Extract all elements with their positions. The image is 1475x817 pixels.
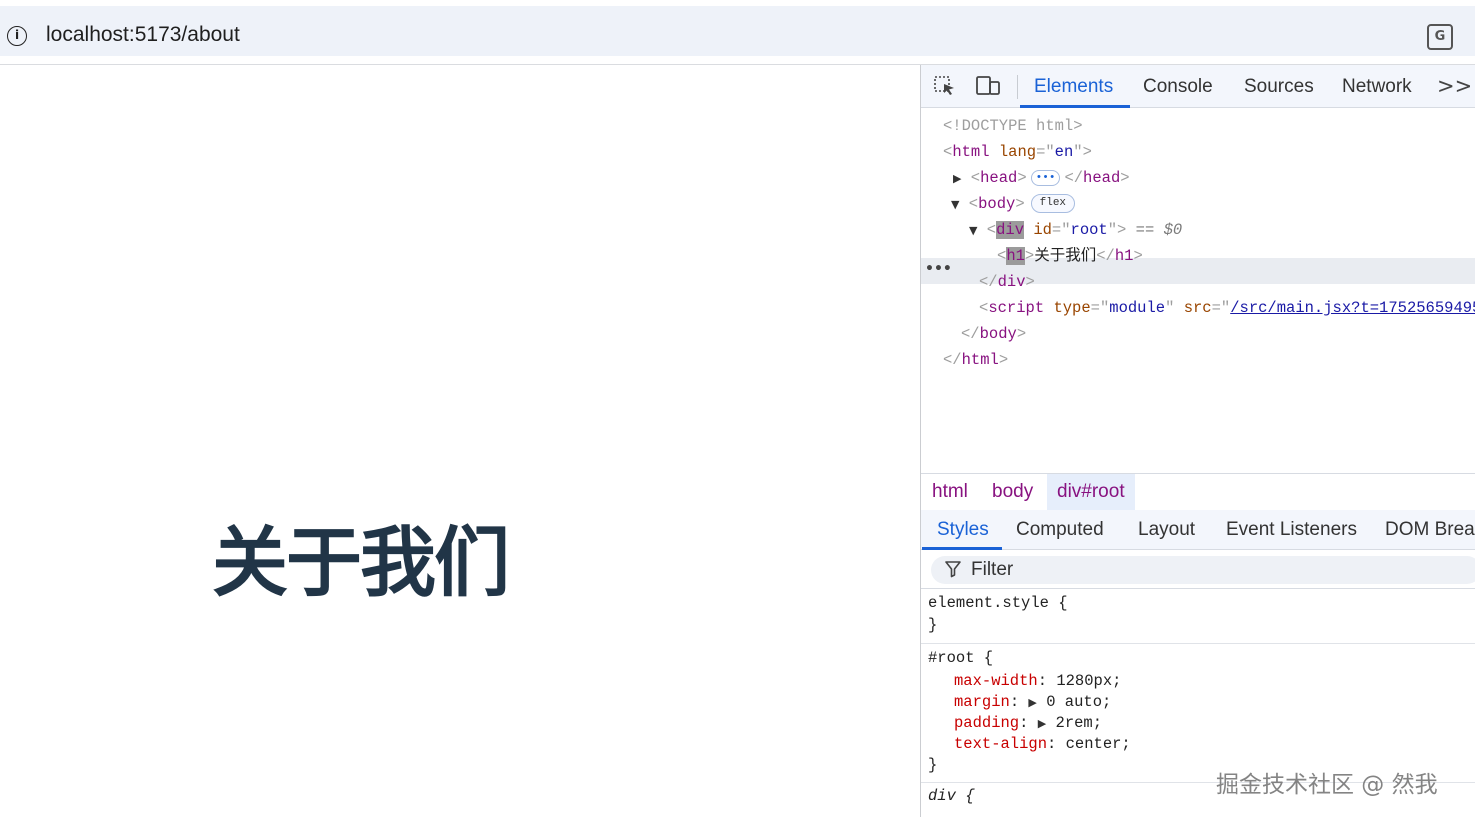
crumb-html[interactable]: html: [922, 474, 978, 510]
script-node[interactable]: <script type="module" src="/src/main.jsx…: [979, 295, 1475, 321]
subtab-styles[interactable]: Styles: [937, 519, 989, 541]
div-attr-name: id: [1033, 221, 1052, 239]
html-node[interactable]: <html lang="en">: [943, 139, 1092, 165]
style-prop-max-width[interactable]: max-width: 1280px;: [954, 671, 1121, 692]
filter-input[interactable]: Filter: [931, 556, 1475, 584]
div-root-node[interactable]: ▼ <div id="root"> == $0: [969, 217, 1182, 243]
body-close-tag: body: [979, 325, 1017, 343]
prop-name: margin: [954, 693, 1010, 711]
script-type-value: module: [1109, 299, 1166, 317]
info-icon[interactable]: i: [7, 26, 27, 46]
page-viewport: 关于我们: [0, 65, 920, 817]
tab-elements[interactable]: Elements: [1034, 76, 1113, 98]
page-heading: 关于我们: [212, 518, 510, 607]
html-attr-name: lang: [998, 143, 1037, 161]
element-style-close: }: [928, 616, 938, 634]
head-close-tag: head: [1083, 169, 1121, 187]
doctype-node[interactable]: <!DOCTYPE html>: [943, 113, 1083, 139]
h1-text: 关于我们: [1034, 247, 1097, 265]
style-prop-text-align[interactable]: text-align: center;: [954, 734, 1131, 755]
dom-tree: ••• <!DOCTYPE html> <html lang="en"> ▶ <…: [921, 109, 1475, 473]
devtools-panel: Elements Console Sources Network >> ••• …: [920, 65, 1475, 817]
div-close-node[interactable]: </div>: [979, 269, 1035, 295]
root-close: }: [928, 756, 938, 774]
prop-value[interactable]: 0 auto;: [1046, 693, 1111, 711]
html-attr-value: en: [1054, 143, 1074, 161]
address-bar: i localhost:5173/about G: [0, 0, 1475, 62]
active-tab-indicator: [1020, 105, 1130, 108]
subtab-computed[interactable]: Computed: [1016, 519, 1104, 541]
body-close-node[interactable]: </body>: [961, 321, 1026, 347]
collapse-triangle-icon[interactable]: ▼: [969, 224, 977, 237]
toolbar-separator: [1017, 75, 1018, 99]
subtab-dom-breakpoints[interactable]: DOM Brea: [1385, 519, 1475, 541]
tab-sources[interactable]: Sources: [1244, 76, 1314, 98]
expand-triangle-icon[interactable]: ▶: [1038, 717, 1046, 730]
div-close-tag: div: [997, 273, 1026, 291]
script-tag: script: [988, 299, 1045, 317]
prop-name: text-align: [954, 735, 1048, 753]
div-tag: div: [996, 221, 1024, 239]
rule-divider: [921, 643, 1475, 644]
crumb-body[interactable]: body: [982, 474, 1043, 510]
div-selector[interactable]: div {: [928, 786, 975, 807]
active-subtab-indicator: [922, 547, 1002, 550]
h1-close-tag: h1: [1114, 247, 1134, 265]
more-tabs-icon[interactable]: >>: [1437, 74, 1472, 98]
prop-name: padding: [954, 714, 1020, 732]
expand-triangle-icon[interactable]: ▶: [953, 172, 961, 185]
filter-row: Filter: [921, 551, 1475, 589]
doctype-text: <!DOCTYPE html>: [943, 117, 1083, 135]
expand-triangle-icon[interactable]: ▶: [1028, 696, 1036, 709]
tab-console[interactable]: Console: [1143, 76, 1213, 98]
filter-placeholder: Filter: [971, 559, 1014, 580]
tab-network[interactable]: Network: [1342, 76, 1412, 98]
body-tag: body: [978, 195, 1016, 213]
prop-value[interactable]: 2rem;: [1056, 714, 1103, 732]
translate-icon[interactable]: G: [1427, 24, 1453, 50]
style-prop-margin[interactable]: margin: ▶ 0 auto;: [954, 692, 1111, 713]
root-selector[interactable]: #root {: [928, 648, 993, 669]
styles-subtabs: Styles Computed Layout Event Listeners D…: [921, 510, 1475, 550]
script-src-link[interactable]: /src/main.jsx?t=175256594951: [1230, 299, 1475, 317]
prop-name: max-width: [954, 672, 1038, 690]
html-close-node[interactable]: </html>: [943, 347, 1008, 373]
body-node[interactable]: ▼ <body> flex: [951, 191, 1076, 217]
filter-funnel-icon: [945, 560, 961, 583]
node-menu-icon[interactable]: •••: [925, 261, 952, 277]
h1-node[interactable]: <h1>关于我们</h1>: [997, 243, 1143, 269]
device-toolbar-icon[interactable]: [975, 75, 1000, 97]
omnibox[interactable]: i localhost:5173/about G: [0, 6, 1475, 56]
h1-tag: h1: [1006, 247, 1025, 265]
url-text[interactable]: localhost:5173/about: [46, 23, 240, 47]
script-type-attr: type: [1053, 299, 1091, 317]
inspect-element-icon[interactable]: [933, 75, 957, 97]
html-close-tag: html: [961, 351, 999, 369]
collapse-triangle-icon[interactable]: ▼: [951, 198, 959, 211]
selected-marker: == $0: [1135, 221, 1183, 239]
prop-value[interactable]: center;: [1066, 735, 1131, 753]
head-node[interactable]: ▶ <head> ••• </head>: [953, 165, 1130, 191]
prop-value[interactable]: 1280px;: [1056, 672, 1121, 690]
collapsed-ellipsis-icon[interactable]: •••: [1030, 169, 1061, 186]
flex-badge[interactable]: flex: [1030, 194, 1076, 214]
watermark: 掘金技术社区 @ 然我: [1216, 772, 1438, 798]
script-src-attr: src: [1183, 299, 1212, 317]
head-tag: head: [980, 169, 1018, 187]
crumb-div-root[interactable]: div#root: [1047, 474, 1135, 510]
subtab-layout[interactable]: Layout: [1138, 519, 1195, 541]
html-tag: html: [952, 143, 990, 161]
style-prop-padding[interactable]: padding: ▶ 2rem;: [954, 713, 1102, 734]
subtab-event-listeners[interactable]: Event Listeners: [1226, 519, 1357, 541]
devtools-toolbar: Elements Console Sources Network >>: [921, 65, 1475, 108]
div-attr-value: root: [1070, 221, 1108, 239]
breadcrumb: html body div#root: [921, 473, 1475, 510]
element-style-selector[interactable]: element.style {: [928, 593, 1068, 614]
